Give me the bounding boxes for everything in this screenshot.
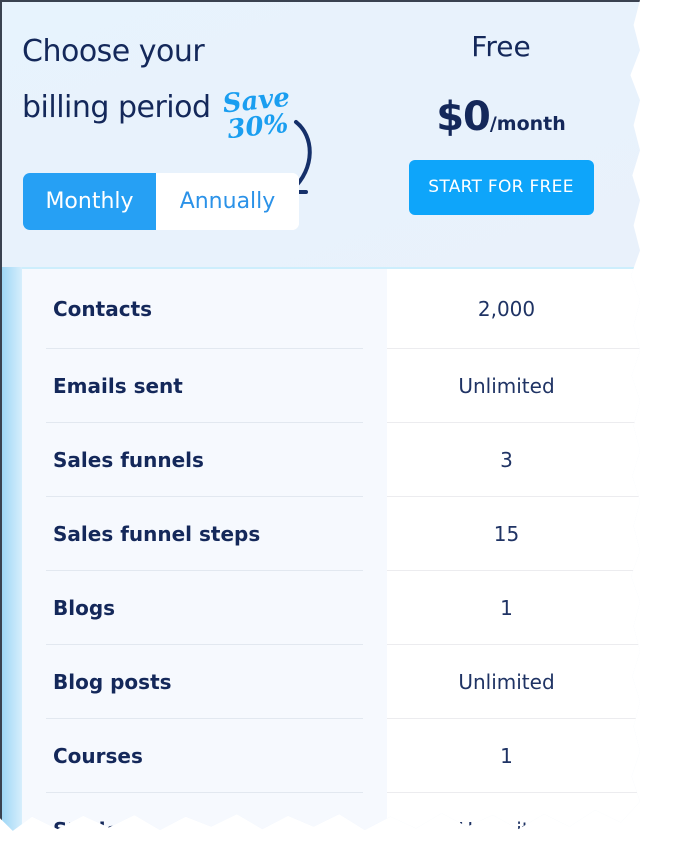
pricing-panel: Choose your billing period Save 30% Mont… (0, 0, 640, 835)
value-row: Unlimited (387, 349, 640, 423)
feature-label: Courses (53, 743, 143, 768)
feature-value: 3 (500, 447, 513, 472)
feature-value: 2,000 (477, 296, 536, 321)
price-unit: /month (489, 113, 566, 135)
feature-row: Students (46, 793, 363, 835)
plan-name: Free (471, 30, 531, 63)
feature-label: Sales funnel steps (53, 521, 261, 546)
feature-label: Contacts (53, 296, 153, 321)
feature-value: Unlimited (458, 669, 555, 694)
feature-label: Blogs (53, 595, 116, 620)
value-row: 1 (387, 571, 640, 645)
price-amount: $0 (436, 94, 491, 140)
feature-label: Students (53, 817, 155, 835)
feature-row: Blog posts (46, 645, 363, 719)
value-row: 2,000 (387, 269, 640, 349)
feature-row: Courses (46, 719, 363, 793)
feature-label: Sales funnels (53, 447, 204, 472)
features-table: Contacts Emails sent Sales funnels Sales… (2, 267, 640, 835)
plan-price: $0/month (388, 94, 614, 140)
plan-header-free: Free $0/month START FOR FREE (388, 24, 614, 215)
feature-value: Unlimited (458, 817, 555, 835)
feature-row: Sales funnels (46, 423, 363, 497)
billing-period-toggle: Monthly Annually (23, 173, 299, 230)
toggle-monthly[interactable]: Monthly (23, 173, 156, 230)
value-row: 1 (387, 719, 640, 793)
feature-row: Sales funnel steps (46, 497, 363, 571)
value-row: 3 (387, 423, 640, 497)
feature-value: 1 (500, 743, 513, 768)
billing-title: Choose your billing period (22, 34, 211, 125)
start-for-free-button[interactable]: START FOR FREE (408, 160, 594, 215)
feature-value: 1 (500, 595, 513, 620)
feature-row: Emails sent (46, 349, 363, 423)
feature-row: Contacts (46, 269, 363, 349)
toggle-annually[interactable]: Annually (156, 173, 299, 230)
free-plan-values-column: 2,000 Unlimited 3 15 1 Unlimited 1 Unlim… (387, 269, 640, 835)
feature-label: Blog posts (53, 669, 172, 694)
value-row: 15 (387, 497, 640, 571)
value-row: Unlimited (387, 793, 640, 835)
feature-labels-column: Contacts Emails sent Sales funnels Sales… (22, 269, 387, 835)
feature-value: Unlimited (458, 373, 555, 398)
feature-value: 15 (493, 521, 520, 546)
billing-header: Choose your billing period (22, 24, 232, 136)
value-row: Unlimited (387, 645, 640, 719)
feature-row: Blogs (46, 571, 363, 645)
feature-label: Emails sent (53, 373, 183, 398)
